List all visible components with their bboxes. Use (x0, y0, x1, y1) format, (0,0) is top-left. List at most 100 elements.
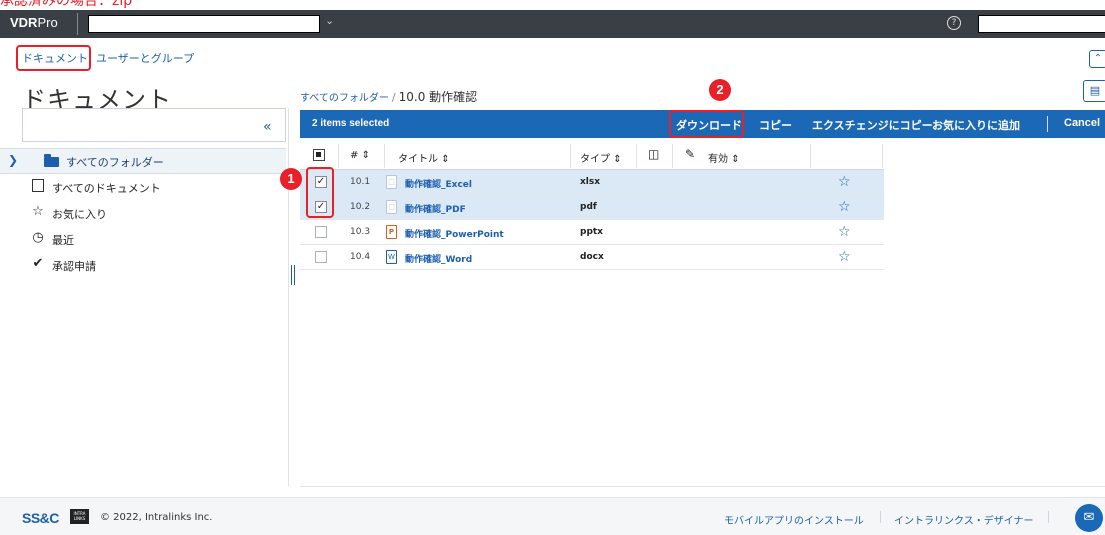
annotation-highlight-download (669, 110, 744, 138)
help-icon[interactable]: ? (947, 16, 961, 30)
collapse-up-icon[interactable]: ⌃ (1089, 50, 1105, 68)
breadcrumb: すべてのフォルダー/10.0 動作確認 (300, 88, 477, 105)
copy-button[interactable]: コピー (759, 117, 792, 133)
check-icon: ✔ (32, 256, 44, 271)
sidebar-item-label: すべてのフォルダー (66, 156, 164, 169)
table-row[interactable]: 10.4 W 動作確認_Word docx ☆ (300, 245, 884, 270)
header-valid-label: 有効 (708, 154, 728, 165)
column-header-title[interactable]: タイトル ⇕ (398, 150, 450, 165)
sidebar-item-approval[interactable]: ✔ 承認申請 (30, 256, 270, 276)
document-icon (30, 178, 46, 194)
ssc-logo: SS&C (22, 510, 59, 526)
star-icon: ☆ (32, 204, 44, 219)
sort-icon: ⇕ (731, 154, 740, 165)
lock-icon[interactable]: ◫ (648, 147, 659, 161)
content-divider (300, 486, 1105, 487)
row-checkbox[interactable] (315, 251, 327, 263)
sidebar-item-recent[interactable]: ◷ 最近 (30, 230, 270, 250)
export-icon[interactable]: ✎ (685, 147, 695, 161)
row-type: pptx (580, 227, 603, 237)
row-type: xlsx (580, 177, 601, 187)
column-header-valid[interactable]: 有効 ⇕ (708, 150, 740, 165)
annotation-badge-1: 1 (280, 168, 302, 190)
user-menu[interactable] (978, 15, 1105, 33)
mobile-app-link[interactable]: モバイルアプリのインストール (724, 512, 864, 527)
row-title-link[interactable]: 動作確認_Word (405, 252, 472, 265)
chevron-down-icon[interactable]: ⌄ (325, 14, 339, 34)
breadcrumb-current: 10.0 動作確認 (398, 90, 478, 104)
resize-handle[interactable] (291, 265, 295, 285)
row-number: 10.3 (350, 227, 371, 237)
column-header-num[interactable]: # ⇕ (350, 150, 370, 161)
sidebar: « ❯ すべてのフォルダー すべてのドキュメント ☆ お気に入り ◷ 最近 ✔ … (0, 108, 286, 486)
sort-icon: ⇕ (613, 154, 622, 165)
pdf-file-icon: □ (386, 200, 397, 214)
row-number: 10.4 (350, 252, 371, 262)
chat-icon[interactable]: ✉ (1075, 504, 1103, 532)
annotation-badge-2: 2 (709, 79, 731, 101)
sidebar-divider (288, 108, 289, 486)
sidebar-item-label: すべてのドキュメント (52, 182, 161, 195)
row-type: docx (580, 252, 604, 262)
sort-icon: ⇕ (361, 150, 370, 161)
main-tabs: ドキュメント ユーザーとグループ (0, 38, 1105, 72)
row-checkbox[interactable] (315, 226, 327, 238)
row-title-link[interactable]: 動作確認_PowerPoint (405, 227, 504, 240)
star-icon[interactable]: ☆ (838, 224, 851, 240)
sidebar-header: « (22, 108, 286, 142)
breadcrumb-root[interactable]: すべてのフォルダー (300, 93, 389, 104)
sidebar-item-all-documents[interactable]: すべてのドキュメント (30, 178, 270, 198)
header-title-label: タイトル (398, 154, 438, 165)
column-header-type[interactable]: タイプ ⇕ (580, 150, 622, 165)
row-title-link[interactable]: 動作確認_PDF (405, 202, 466, 215)
select-all-checkbox[interactable] (313, 149, 325, 161)
chevron-right-icon[interactable]: ❯ (8, 153, 18, 167)
column-divider (570, 144, 571, 168)
table-row[interactable]: ✓ 10.1 □ 動作確認_Excel xlsx ☆ (300, 170, 884, 195)
view-columns-icon[interactable]: ▤ (1083, 80, 1105, 102)
annotation-highlight-checkboxes (306, 167, 334, 218)
sidebar-item-favorites[interactable]: ☆ お気に入り (30, 204, 270, 224)
copyright-text: © 2022, Intralinks Inc. (100, 512, 213, 523)
breadcrumb-separator: / (391, 91, 396, 104)
column-divider (338, 144, 339, 168)
sidebar-item-label: お気に入り (52, 208, 107, 221)
add-favorite-button[interactable]: お気に入りに追加 (932, 117, 1020, 133)
header-num-label: # (350, 150, 359, 161)
column-divider (636, 144, 637, 168)
clock-icon: ◷ (32, 230, 44, 245)
row-number: 10.1 (350, 177, 371, 187)
top-header: VDRPro ⌄ ? (0, 10, 1105, 38)
column-divider (672, 144, 673, 168)
tab-users-groups[interactable]: ユーザーとグループ (96, 50, 194, 66)
star-icon[interactable]: ☆ (838, 199, 851, 215)
intralinks-logo: INTRA LINKS (70, 509, 89, 524)
row-number: 10.2 (350, 202, 371, 212)
footer-divider (880, 511, 881, 523)
cancel-button[interactable]: Cancel (1064, 117, 1100, 129)
column-divider (810, 144, 811, 168)
collapse-left-icon[interactable]: « (263, 119, 272, 135)
table-row[interactable]: ✓ 10.2 □ 動作確認_PDF pdf ☆ (300, 195, 884, 220)
sidebar-item-label: 最近 (52, 234, 74, 247)
brand-logo[interactable]: VDRPro (10, 15, 58, 30)
designer-link[interactable]: イントラリンクス・デザイナー (894, 512, 1034, 527)
excel-file-icon: □ (386, 175, 397, 189)
powerpoint-file-icon: P (386, 225, 397, 239)
sidebar-item-label: 承認申請 (52, 260, 96, 273)
sort-icon: ⇕ (441, 154, 450, 165)
table-row[interactable]: 10.3 P 動作確認_PowerPoint pptx ☆ (300, 220, 884, 245)
workspace-select[interactable] (88, 15, 320, 33)
folder-icon (44, 154, 59, 167)
column-divider (384, 144, 385, 168)
annotation-title: 承認済みの場合：zip (0, 0, 133, 9)
star-icon[interactable]: ☆ (838, 174, 851, 190)
header-divider (77, 13, 78, 35)
row-type: pdf (580, 202, 597, 212)
row-title-link[interactable]: 動作確認_Excel (405, 177, 472, 190)
table-header: # ⇕ タイトル ⇕ タイプ ⇕ ◫ ✎ 有効 ⇕ (300, 140, 884, 170)
footer: SS&C INTRA LINKS © 2022, Intralinks Inc.… (0, 497, 1105, 535)
sidebar-item-all-folders[interactable]: ❯ すべてのフォルダー (0, 148, 286, 174)
copy-to-exchange-button[interactable]: エクスチェンジにコピー (812, 117, 933, 133)
star-icon[interactable]: ☆ (838, 249, 851, 265)
